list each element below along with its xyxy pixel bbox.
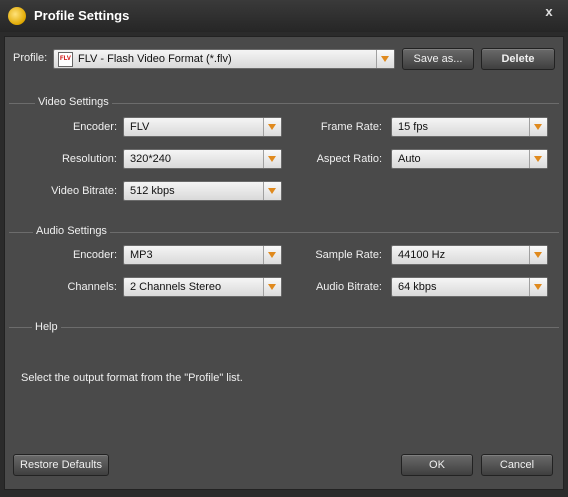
audio-bitrate-select[interactable]: 64 kbps: [391, 277, 548, 297]
chevron-down-icon[interactable]: [529, 150, 547, 168]
aspect-ratio-value: Auto: [398, 153, 421, 165]
video-settings-title: Video Settings: [35, 96, 112, 108]
profile-label: Profile:: [13, 52, 48, 64]
channels-value: 2 Channels Stereo: [130, 281, 222, 293]
sample-rate-value: 44100 Hz: [398, 249, 446, 261]
resolution-value: 320*240: [130, 153, 171, 165]
video-bitrate-label: Video Bitrate:: [51, 185, 117, 197]
sample-rate-label: Sample Rate:: [315, 249, 382, 261]
chevron-down-icon[interactable]: [263, 182, 281, 200]
flv-file-icon: FLV: [58, 52, 73, 67]
cancel-button[interactable]: Cancel: [481, 454, 553, 476]
video-bitrate-value: 512 kbps: [130, 185, 175, 197]
channels-label: Channels:: [67, 281, 117, 293]
profile-select-value: FLV - Flash Video Format (*.flv): [78, 53, 232, 65]
video-bitrate-select[interactable]: 512 kbps: [123, 181, 282, 201]
title-bar: Profile Settings x: [0, 0, 568, 32]
ok-button[interactable]: OK: [401, 454, 473, 476]
audio-encoder-value: MP3: [130, 249, 153, 261]
profile-settings-dialog: Profile: FLV FLV - Flash Video Format (*…: [4, 36, 564, 490]
audio-encoder-label: Encoder:: [72, 249, 117, 261]
help-title: Help: [32, 321, 61, 333]
restore-defaults-button[interactable]: Restore Defaults: [13, 454, 109, 476]
chevron-down-icon[interactable]: [263, 118, 281, 136]
app-icon: [8, 7, 26, 25]
resolution-label: Resolution:: [61, 153, 117, 165]
chevron-down-icon[interactable]: [263, 278, 281, 296]
window-title: Profile Settings: [34, 8, 130, 23]
help-text: Select the output format from the "Profi…: [21, 372, 243, 384]
close-button[interactable]: x: [536, 3, 562, 21]
frame-rate-select[interactable]: 15 fps: [391, 117, 548, 137]
help-divider: [9, 327, 559, 328]
chevron-down-icon[interactable]: [263, 150, 281, 168]
aspect-ratio-label: Aspect Ratio:: [316, 153, 382, 165]
chevron-down-icon[interactable]: [376, 50, 394, 68]
audio-bitrate-value: 64 kbps: [398, 281, 437, 293]
frame-rate-label: Frame Rate:: [320, 121, 382, 133]
chevron-down-icon[interactable]: [529, 246, 547, 264]
delete-button[interactable]: Delete: [481, 48, 555, 70]
resolution-select[interactable]: 320*240: [123, 149, 282, 169]
aspect-ratio-select[interactable]: Auto: [391, 149, 548, 169]
chevron-down-icon[interactable]: [263, 246, 281, 264]
sample-rate-select[interactable]: 44100 Hz: [391, 245, 548, 265]
chevron-down-icon[interactable]: [529, 278, 547, 296]
audio-encoder-select[interactable]: MP3: [123, 245, 282, 265]
channels-select[interactable]: 2 Channels Stereo: [123, 277, 282, 297]
video-encoder-select[interactable]: FLV: [123, 117, 282, 137]
frame-rate-value: 15 fps: [398, 121, 428, 133]
video-encoder-value: FLV: [130, 121, 150, 133]
video-encoder-label: Encoder:: [72, 121, 117, 133]
profile-select[interactable]: FLV FLV - Flash Video Format (*.flv): [53, 49, 395, 69]
save-as-button[interactable]: Save as...: [402, 48, 474, 70]
chevron-down-icon[interactable]: [529, 118, 547, 136]
audio-bitrate-label: Audio Bitrate:: [315, 281, 382, 293]
audio-settings-title: Audio Settings: [33, 225, 110, 237]
